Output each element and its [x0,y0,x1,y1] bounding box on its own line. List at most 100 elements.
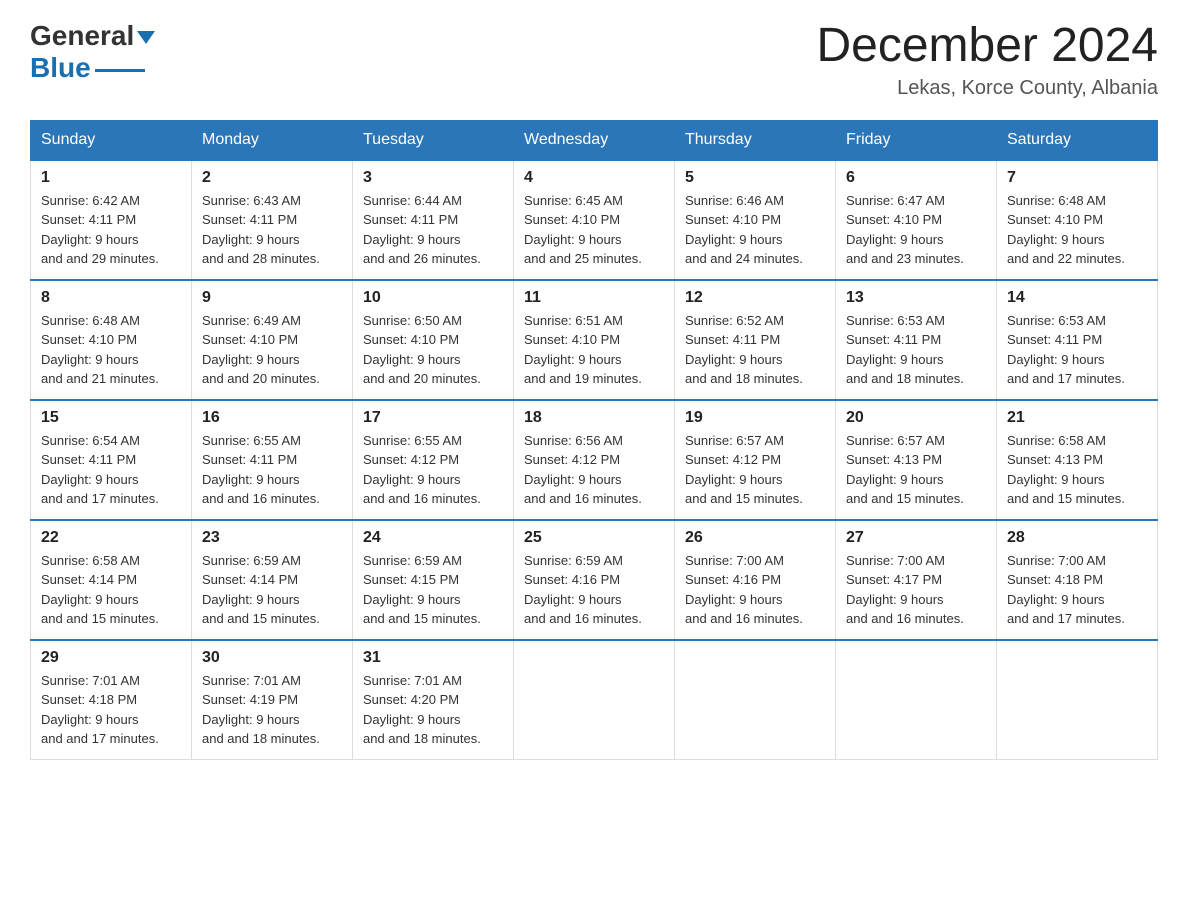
day-info: Sunrise: 6:58 AMSunset: 4:14 PMDaylight:… [41,551,181,629]
sunrise-text: Sunrise: 6:59 AM [202,553,301,568]
sunrise-text: Sunrise: 7:00 AM [685,553,784,568]
sunrise-text: Sunrise: 6:44 AM [363,193,462,208]
daylight-text-line2: and and 29 minutes. [41,251,159,266]
day-number: 21 [1007,409,1147,427]
sunrise-text: Sunrise: 6:43 AM [202,193,301,208]
calendar-cell: 13Sunrise: 6:53 AMSunset: 4:11 PMDayligh… [836,280,997,400]
sunrise-text: Sunrise: 6:49 AM [202,313,301,328]
calendar-cell: 10Sunrise: 6:50 AMSunset: 4:10 PMDayligh… [353,280,514,400]
sunset-text: Sunset: 4:18 PM [1007,572,1103,587]
day-number: 13 [846,289,986,307]
daylight-text-line2: and and 16 minutes. [846,611,964,626]
daylight-text-line1: Daylight: 9 hours [1007,352,1105,367]
calendar-cell: 2Sunrise: 6:43 AMSunset: 4:11 PMDaylight… [192,160,353,280]
calendar-cell: 24Sunrise: 6:59 AMSunset: 4:15 PMDayligh… [353,520,514,640]
sunrise-text: Sunrise: 6:48 AM [1007,193,1106,208]
calendar-cell [514,640,675,760]
sunrise-text: Sunrise: 6:46 AM [685,193,784,208]
sunrise-text: Sunrise: 6:53 AM [1007,313,1106,328]
title-section: December 2024 Lekas, Korce County, Alban… [816,20,1158,100]
location: Lekas, Korce County, Albania [816,77,1158,100]
calendar-cell: 29Sunrise: 7:01 AMSunset: 4:18 PMDayligh… [31,640,192,760]
sunset-text: Sunset: 4:11 PM [685,332,780,347]
day-number: 31 [363,649,503,667]
daylight-text-line1: Daylight: 9 hours [202,352,300,367]
logo-general: General [30,20,134,52]
day-info: Sunrise: 6:43 AMSunset: 4:11 PMDaylight:… [202,191,342,269]
calendar-cell: 11Sunrise: 6:51 AMSunset: 4:10 PMDayligh… [514,280,675,400]
daylight-text-line2: and and 15 minutes. [202,611,320,626]
day-number: 7 [1007,169,1147,187]
day-number: 1 [41,169,181,187]
sunrise-text: Sunrise: 6:57 AM [685,433,784,448]
daylight-text-line2: and and 23 minutes. [846,251,964,266]
daylight-text-line2: and and 25 minutes. [524,251,642,266]
day-info: Sunrise: 7:01 AMSunset: 4:19 PMDaylight:… [202,671,342,749]
calendar-week-row: 29Sunrise: 7:01 AMSunset: 4:18 PMDayligh… [31,640,1158,760]
daylight-text-line2: and and 17 minutes. [41,731,159,746]
day-info: Sunrise: 6:53 AMSunset: 4:11 PMDaylight:… [1007,311,1147,389]
daylight-text-line2: and and 21 minutes. [41,371,159,386]
daylight-text-line1: Daylight: 9 hours [41,592,139,607]
sunrise-text: Sunrise: 6:52 AM [685,313,784,328]
day-info: Sunrise: 6:42 AMSunset: 4:11 PMDaylight:… [41,191,181,269]
daylight-text-line1: Daylight: 9 hours [202,472,300,487]
day-number: 24 [363,529,503,547]
day-number: 20 [846,409,986,427]
calendar-day-header: Sunday [31,120,192,160]
day-info: Sunrise: 6:48 AMSunset: 4:10 PMDaylight:… [41,311,181,389]
calendar-week-row: 8Sunrise: 6:48 AMSunset: 4:10 PMDaylight… [31,280,1158,400]
sunset-text: Sunset: 4:10 PM [202,332,298,347]
daylight-text-line2: and and 16 minutes. [363,491,481,506]
daylight-text-line2: and and 16 minutes. [524,491,642,506]
calendar-week-row: 15Sunrise: 6:54 AMSunset: 4:11 PMDayligh… [31,400,1158,520]
sunset-text: Sunset: 4:13 PM [846,452,942,467]
day-info: Sunrise: 6:57 AMSunset: 4:13 PMDaylight:… [846,431,986,509]
daylight-text-line2: and and 15 minutes. [685,491,803,506]
month-title: December 2024 [816,20,1158,73]
day-number: 12 [685,289,825,307]
daylight-text-line1: Daylight: 9 hours [685,352,783,367]
sunset-text: Sunset: 4:11 PM [202,212,297,227]
day-number: 27 [846,529,986,547]
logo-triangle-icon [137,31,155,44]
day-number: 29 [41,649,181,667]
sunrise-text: Sunrise: 6:55 AM [363,433,462,448]
sunset-text: Sunset: 4:10 PM [685,212,781,227]
sunrise-text: Sunrise: 6:58 AM [1007,433,1106,448]
sunrise-text: Sunrise: 6:53 AM [846,313,945,328]
sunset-text: Sunset: 4:12 PM [363,452,459,467]
day-info: Sunrise: 6:55 AMSunset: 4:12 PMDaylight:… [363,431,503,509]
sunset-text: Sunset: 4:17 PM [846,572,942,587]
daylight-text-line1: Daylight: 9 hours [846,352,944,367]
calendar-cell: 18Sunrise: 6:56 AMSunset: 4:12 PMDayligh… [514,400,675,520]
day-info: Sunrise: 6:55 AMSunset: 4:11 PMDaylight:… [202,431,342,509]
day-number: 28 [1007,529,1147,547]
sunset-text: Sunset: 4:10 PM [524,212,620,227]
daylight-text-line1: Daylight: 9 hours [363,232,461,247]
sunset-text: Sunset: 4:16 PM [685,572,781,587]
sunset-text: Sunset: 4:10 PM [41,332,137,347]
calendar-table: SundayMondayTuesdayWednesdayThursdayFrid… [30,120,1158,760]
day-number: 9 [202,289,342,307]
sunrise-text: Sunrise: 7:00 AM [846,553,945,568]
day-number: 30 [202,649,342,667]
daylight-text-line2: and and 18 minutes. [846,371,964,386]
day-info: Sunrise: 6:52 AM Sunset: 4:11 PM Daylight:… [685,311,825,389]
sunrise-text: Sunrise: 7:01 AM [363,673,462,688]
daylight-text-line1: Daylight: 9 hours [846,472,944,487]
day-info: Sunrise: 6:45 AMSunset: 4:10 PMDaylight:… [524,191,664,269]
daylight-text-line1: Daylight: 9 hours [685,232,783,247]
calendar-cell: 6Sunrise: 6:47 AMSunset: 4:10 PMDaylight… [836,160,997,280]
day-number: 3 [363,169,503,187]
sunset-text: Sunset: 4:14 PM [202,572,298,587]
sunrise-text: Sunrise: 6:51 AM [524,313,623,328]
day-number: 15 [41,409,181,427]
sunrise-text: Sunrise: 7:01 AM [41,673,140,688]
day-info: Sunrise: 6:44 AMSunset: 4:11 PMDaylight:… [363,191,503,269]
calendar-day-header: Friday [836,120,997,160]
day-number: 10 [363,289,503,307]
calendar-cell: 1 Sunrise: 6:42 AMSunset: 4:11 PMDaylight… [31,160,192,280]
sunrise-text: Sunrise: 6:56 AM [524,433,623,448]
daylight-text-line1: Daylight: 9 hours [363,712,461,727]
